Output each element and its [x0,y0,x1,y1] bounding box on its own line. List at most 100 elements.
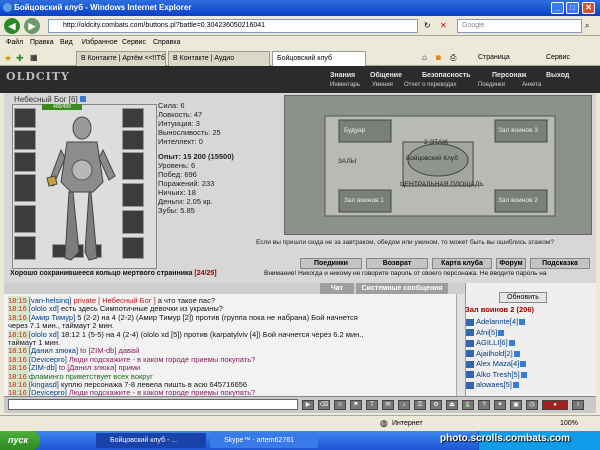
loc-boudoir[interactable]: Будуар [344,127,365,134]
favorites-star-icon[interactable]: ★ [4,53,12,64]
tab-system-messages[interactable]: Системные сообщения [356,283,448,294]
armor-slot[interactable] [14,205,36,233]
chat-scrollbar[interactable] [456,294,465,396]
zoom-level[interactable]: 100% [560,416,578,431]
loc-fight-club[interactable]: Бойцовский Клуб [406,155,458,162]
player-name[interactable]: Alex Maza[4] [476,359,519,368]
tab-vkontakte-audio[interactable]: В Контакте | Аудио [168,51,270,66]
nav-transfers[interactable]: Отчет о переводах [404,81,457,90]
amulet-slot[interactable] [14,152,36,172]
private-icon[interactable]: ✉ [382,400,394,410]
tab-list-icon[interactable]: ▦ [30,53,38,62]
info-icon[interactable] [513,350,520,357]
bracers-slot[interactable] [122,130,144,150]
settings-icon[interactable]: ⚙ [430,400,442,410]
nav-duels[interactable]: Поединки [478,81,505,90]
legs-slot[interactable] [122,210,144,234]
tab-vkontakte-artem[interactable]: В Контакте | Артём <<!!Тб... [76,51,166,66]
clock-icon[interactable]: ◷ [526,400,538,410]
menu-edit[interactable]: Правка [30,36,54,49]
helmet-slot[interactable] [14,108,36,128]
nav-skills[interactable]: Умения [372,81,393,90]
duels-button[interactable]: Поединки [300,258,362,269]
info-icon[interactable] [512,382,519,389]
player-name[interactable]: Ajailhold[2] [476,349,513,358]
back-button[interactable]: ◀ [4,18,20,34]
close-button[interactable]: ✕ [582,2,595,14]
belt-slot[interactable] [14,236,36,260]
player-entry[interactable]: Adelannte[4] [466,317,526,327]
info-icon[interactable] [498,329,505,336]
smiley-icon[interactable]: ☺ [334,400,346,410]
send-icon[interactable]: ▶ [302,400,314,410]
player-name[interactable]: Alko Tresh[5] [476,370,520,379]
page-menu[interactable]: Страница [478,51,510,65]
start-button[interactable]: пуск [0,431,40,450]
gloves-slot[interactable] [122,108,144,128]
earrings-slot[interactable] [14,130,36,150]
nav-inventory[interactable]: Инвентарь [330,81,360,90]
menu-favorites[interactable]: Избранное [82,36,117,49]
nav-security[interactable]: Безопасность [422,71,471,80]
player-name[interactable]: alowaes[5] [476,380,512,389]
info-panel-icon[interactable]: i [572,400,584,410]
menu-view[interactable]: Вид [60,36,73,49]
refresh-icon[interactable]: ↻ [424,21,431,30]
offhand-slot[interactable] [122,183,144,207]
return-button[interactable]: Возврат [366,258,428,269]
minimize-button[interactable]: _ [551,2,564,14]
nav-profile[interactable]: Анкета [522,81,541,90]
menu-help[interactable]: Справка [153,36,180,49]
clear-icon[interactable]: ⌫ [318,400,330,410]
nav-exit[interactable]: Выход [546,71,569,80]
loc-central-square[interactable]: ЦЕНТРАЛЬНАЯ ПЛОЩАДЬ [400,181,484,188]
nav-knowledge[interactable]: Знания [330,71,355,80]
maximize-button[interactable]: □ [566,2,579,14]
search-icon[interactable]: ⌕ [585,21,589,31]
help-icon[interactable]: ? [478,400,490,410]
lock-icon[interactable]: ⚿ [414,400,426,410]
loc-warriors-hall-1[interactable]: Зал воинов 1 [344,197,384,204]
forum-button[interactable]: Форум [496,258,526,269]
club-map-button[interactable]: Карта клуба [432,258,492,269]
task-skype[interactable]: Skype™ - artem62761 [210,433,318,448]
character-name[interactable]: Небесный Бог [6] [14,95,86,104]
shield-slot[interactable] [122,152,144,180]
search-input[interactable]: Google [457,19,582,33]
map-icon[interactable]: ✦ [494,400,506,410]
weapon-slot[interactable] [14,174,36,202]
task-combats[interactable]: Бойцовский клуб - ... [96,433,206,448]
tab-combats[interactable]: Бойцовский клуб [272,51,366,66]
loc-second-floor[interactable]: 2 ЭТАЖ [424,139,448,146]
player-name[interactable]: Afni[5] [476,328,497,337]
stop-icon[interactable]: ✕ [440,21,447,30]
player-entry[interactable]: Alko Tresh[5] [466,370,527,380]
refresh-room-button[interactable]: Обновить [499,292,547,303]
info-icon[interactable] [520,361,527,368]
info-icon[interactable] [508,340,515,347]
status-icon[interactable]: ● [542,400,568,410]
player-name[interactable]: AGILLI[6] [476,338,508,347]
player-entry[interactable]: Afni[5] [466,328,505,338]
chat-input[interactable] [8,399,298,410]
menu-file[interactable]: Файл [6,36,23,49]
hint-button[interactable]: Подсказка [530,258,590,269]
player-entry[interactable]: AGILLI[6] [466,338,515,348]
loc-warriors-hall-3[interactable]: Зал воинов 3 [498,127,538,134]
info-icon[interactable] [520,371,527,378]
translit-icon[interactable]: T [366,400,378,410]
player-entry[interactable]: Alex Maza[4] [466,359,527,369]
address-bar[interactable]: http://oldcity.combats.com/buttons.pl?ba… [48,19,418,33]
home-icon[interactable]: ⌂ [422,53,427,62]
tab-chat[interactable]: Чат [320,283,354,294]
forward-button[interactable]: ▶ [24,18,40,34]
player-name[interactable]: Adelannte[4] [476,317,518,326]
menu-tools[interactable]: Сервис [122,36,146,49]
add-favorite-icon[interactable]: ✚ [16,53,24,64]
sound-icon[interactable]: ♪ [398,400,410,410]
print-icon[interactable]: ⎙ [450,53,456,63]
exit-icon[interactable]: ⏏ [446,400,458,410]
nav-communication[interactable]: Общение [370,71,402,80]
nav-character[interactable]: Персонаж [492,71,526,80]
info-icon[interactable] [519,319,526,326]
